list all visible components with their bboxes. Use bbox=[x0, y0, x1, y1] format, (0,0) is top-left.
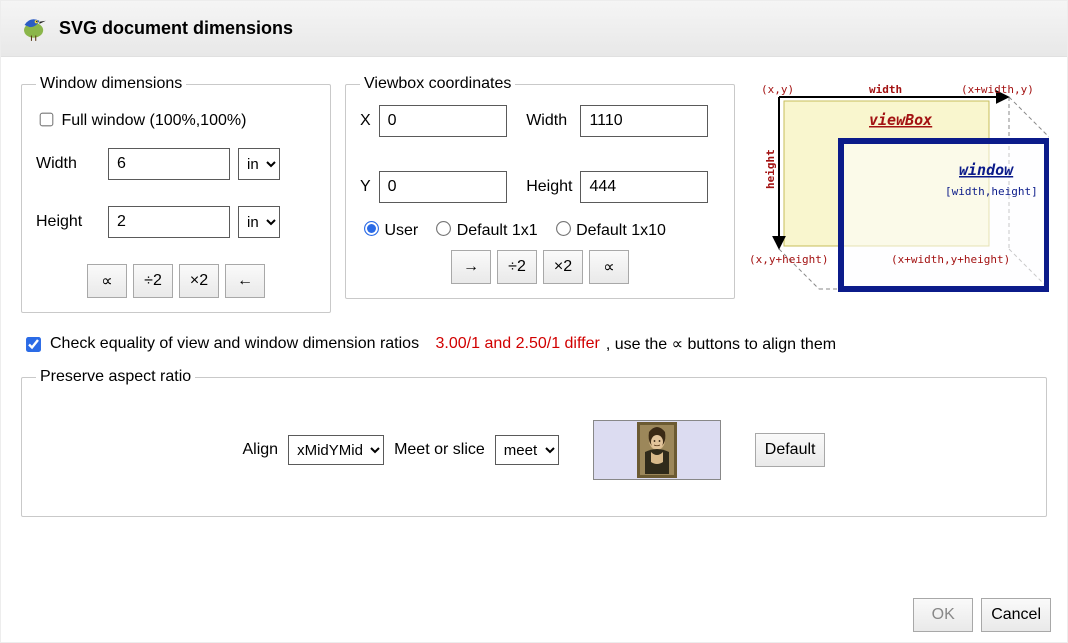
viewbox-mode-user-radio[interactable] bbox=[364, 221, 379, 236]
diagram-label-wh: [width,height] bbox=[945, 185, 1038, 198]
dialog-title: SVG document dimensions bbox=[59, 18, 293, 39]
viewbox-height-input[interactable] bbox=[580, 171, 708, 203]
viewbox-mode-1x10[interactable]: Default 1x10 bbox=[552, 219, 666, 240]
diagram-label-viewbox: viewBox bbox=[869, 111, 932, 129]
diagram-label-width: width bbox=[869, 83, 902, 96]
viewbox-mode-1x1-radio[interactable] bbox=[436, 221, 451, 236]
svg-dimensions-dialog: SVG document dimensions Window dimension… bbox=[0, 0, 1068, 643]
window-height-unit-select[interactable]: in bbox=[238, 206, 280, 238]
legend-window-dimensions: Window dimensions bbox=[36, 75, 186, 93]
window-width-unit-select[interactable]: in bbox=[238, 148, 280, 180]
ratio-check-row: Check equality of view and window dimens… bbox=[23, 334, 1045, 354]
diagram-label-xy: (x,y) bbox=[761, 83, 794, 96]
aspect-meet-label: Meet or slice bbox=[394, 441, 485, 459]
window-prop-button[interactable]: ∝ bbox=[87, 264, 127, 298]
diagram-label-window: window bbox=[959, 161, 1014, 179]
viewbox-prop-button[interactable]: ∝ bbox=[589, 250, 629, 284]
viewbox-x-input[interactable] bbox=[379, 105, 507, 137]
ratio-check-checkbox[interactable] bbox=[26, 337, 41, 352]
window-height-input[interactable] bbox=[108, 206, 230, 238]
full-window-checkbox[interactable] bbox=[40, 113, 54, 127]
legend-aspect-ratio: Preserve aspect ratio bbox=[36, 368, 195, 386]
diagram-label-xwyh: (x+width,y+height) bbox=[891, 253, 1010, 266]
fieldset-viewbox: Viewbox coordinates X Width Y Height U bbox=[345, 75, 735, 299]
viewbox-copy-from-window-button[interactable]: → bbox=[451, 250, 491, 284]
aspect-default-button[interactable]: Default bbox=[755, 433, 826, 467]
viewbox-x-label: X bbox=[360, 112, 371, 130]
ratio-check-label: Check equality of view and window dimens… bbox=[50, 335, 419, 353]
dialog-footer: OK Cancel bbox=[913, 598, 1051, 632]
ratio-diff-text: 3.00/1 and 2.50/1 differ bbox=[436, 335, 600, 353]
dialog-titlebar: SVG document dimensions bbox=[1, 1, 1067, 57]
diagram-label-xwy: (x+width,y) bbox=[961, 83, 1034, 96]
window-height-label: Height bbox=[36, 213, 100, 231]
fieldset-window-dimensions: Window dimensions Full window (100%,100%… bbox=[21, 75, 331, 313]
fieldset-aspect-ratio: Preserve aspect ratio Align xMidYMid Mee… bbox=[21, 368, 1047, 517]
viewbox-width-label: Width bbox=[526, 112, 572, 130]
window-half-button[interactable]: ÷2 bbox=[133, 264, 173, 298]
aspect-align-label: Align bbox=[243, 441, 279, 459]
aspect-meet-select[interactable]: meet bbox=[495, 435, 559, 465]
aspect-align-select[interactable]: xMidYMid bbox=[288, 435, 384, 465]
viewbox-half-button[interactable]: ÷2 bbox=[497, 250, 537, 284]
diagram-label-xyh: (x,y+height) bbox=[749, 253, 828, 266]
aspect-preview bbox=[593, 420, 721, 480]
viewbox-width-input[interactable] bbox=[580, 105, 708, 137]
legend-viewbox: Viewbox coordinates bbox=[360, 75, 515, 93]
diagram-label-height: height bbox=[764, 149, 777, 189]
viewbox-mode-1x1[interactable]: Default 1x1 bbox=[432, 219, 537, 240]
window-width-input[interactable] bbox=[108, 148, 230, 180]
viewbox-y-input[interactable] bbox=[379, 171, 507, 203]
full-window-label[interactable]: Full window (100%,100%) bbox=[36, 112, 246, 129]
window-copy-from-viewbox-button[interactable]: ← bbox=[225, 264, 265, 298]
ratio-hint-text: , use the ∝ buttons to align them bbox=[606, 334, 836, 354]
viewbox-mode-1x10-radio[interactable] bbox=[556, 221, 571, 236]
app-bird-icon bbox=[15, 9, 49, 48]
window-width-label: Width bbox=[36, 155, 100, 173]
viewbox-mode-user[interactable]: User bbox=[360, 219, 418, 240]
viewbox-window-diagram: (x,y) width (x+width,y) height viewBox w… bbox=[749, 75, 1049, 314]
viewbox-double-button[interactable]: ×2 bbox=[543, 250, 583, 284]
window-double-button[interactable]: ×2 bbox=[179, 264, 219, 298]
cancel-button[interactable]: Cancel bbox=[981, 598, 1051, 632]
viewbox-height-label: Height bbox=[526, 178, 572, 196]
ok-button[interactable]: OK bbox=[913, 598, 973, 632]
viewbox-y-label: Y bbox=[360, 178, 371, 196]
